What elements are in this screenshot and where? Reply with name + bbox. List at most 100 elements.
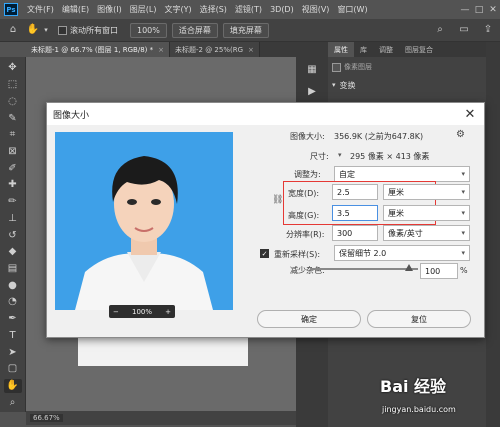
frame-tool-icon[interactable]: ⊠ (4, 145, 22, 160)
tool-preset-chevron-icon[interactable]: ▾ (42, 22, 50, 38)
tab-adjustments[interactable]: 调整 (373, 42, 399, 57)
menu-select[interactable]: 选择(S) (196, 4, 231, 15)
resolution-unit-value: 像素/英寸 (388, 228, 423, 238)
close-tab-icon[interactable]: × (158, 46, 164, 54)
image-preview[interactable] (55, 132, 233, 310)
checkbox-box[interactable] (58, 25, 67, 35)
height-input[interactable]: 3.5 (332, 205, 378, 221)
marquee-tool-icon[interactable]: ⬚ (4, 78, 22, 93)
move-tool-icon[interactable]: ✥ (4, 61, 22, 76)
link-icon[interactable]: ⛓ (272, 195, 283, 205)
image-size-value: 356.9K (之前为647.8K) (334, 132, 424, 141)
width-input[interactable]: 2.5 (332, 184, 378, 200)
chevron-down-icon[interactable]: ▾ (338, 151, 342, 159)
resolution-input[interactable]: 300 (332, 225, 378, 241)
tab-properties[interactable]: 属性 (328, 42, 354, 57)
panel-scrollbar[interactable] (486, 42, 500, 427)
blur-tool-icon[interactable]: ● (4, 278, 22, 293)
menu-window[interactable]: 窗口(W) (333, 4, 371, 15)
menu-image[interactable]: 图像(I) (93, 4, 126, 15)
chevron-down-icon: ▾ (461, 249, 465, 257)
brush-tool-icon[interactable]: ✏ (4, 195, 22, 210)
quick-select-tool-icon[interactable]: ✎ (4, 111, 22, 126)
workspace-icon[interactable]: ▭ (455, 22, 473, 38)
tab-document-1[interactable]: 未标题-1 @ 66.7% (图层 1, RGB/8) * × (26, 42, 170, 57)
tab-document-1-label: 未标题-1 @ 66.7% (图层 1, RGB/8) * (31, 45, 154, 54)
lasso-tool-icon[interactable]: ◌ (4, 94, 22, 109)
transform-section[interactable]: ▾ 变换 (328, 77, 486, 93)
watermark-url: jingyan.baidu.com (382, 405, 456, 414)
height-label: 高度(G): (288, 211, 320, 220)
menu-bar: Ps 文件(F) 编辑(E) 图像(I) 图层(L) 文字(Y) 选择(S) 滤… (0, 0, 500, 19)
zoom-tool-icon[interactable]: ⌕ (4, 395, 22, 410)
clone-stamp-tool-icon[interactable]: ⊥ (4, 211, 22, 226)
status-bar: 66.67% (26, 411, 296, 425)
tab-libraries[interactable]: 库 (354, 42, 373, 57)
eyedropper-tool-icon[interactable]: ✐ (4, 161, 22, 176)
history-brush-tool-icon[interactable]: ↺ (4, 228, 22, 243)
menu-3d[interactable]: 3D(D) (266, 5, 298, 14)
share-icon[interactable]: ⇪ (479, 22, 497, 38)
menu-type[interactable]: 文字(Y) (160, 4, 195, 15)
actions-panel-icon[interactable]: ▶ (303, 84, 321, 100)
hand-tool-icon[interactable]: ✋ (24, 22, 42, 38)
menu-filter[interactable]: 滤镜(T) (231, 4, 266, 15)
zoom-100-button[interactable]: 100% (130, 22, 167, 38)
ok-button[interactable]: 确定 (257, 310, 361, 328)
tab-layer-comps[interactable]: 图层复合 (399, 42, 439, 57)
hand-tool-icon[interactable]: ✋ (3, 378, 22, 394)
eraser-tool-icon[interactable]: ◆ (4, 245, 22, 260)
minimize-button[interactable]: — (458, 3, 472, 17)
menu-layer[interactable]: 图层(L) (126, 4, 161, 15)
menu-edit[interactable]: 编辑(E) (58, 4, 93, 15)
zoom-in-button[interactable]: + (165, 308, 171, 316)
fit-screen-button[interactable]: 适合屏幕 (171, 22, 218, 38)
gradient-tool-icon[interactable]: ▤ (4, 262, 22, 277)
image-size-label: 图像大小: (290, 132, 325, 141)
preview-zoom-value: 100% (131, 307, 152, 316)
crop-tool-icon[interactable]: ⌗ (4, 128, 22, 143)
home-icon[interactable]: ⌂ (4, 22, 22, 38)
close-icon[interactable]: ✕ (457, 103, 483, 125)
resample-checkbox[interactable]: ✓ (260, 249, 269, 258)
zoom-out-button[interactable]: − (113, 308, 119, 316)
path-select-tool-icon[interactable]: ➤ (4, 345, 22, 360)
reduce-noise-label: 减少杂色: (290, 266, 325, 275)
search-icon[interactable]: ⌕ (431, 22, 449, 38)
dodge-tool-icon[interactable]: ◔ (4, 295, 22, 310)
dialog-title: 图像大小 (47, 103, 484, 125)
pen-tool-icon[interactable]: ✒ (4, 312, 22, 327)
close-tab-icon[interactable]: × (248, 46, 254, 54)
fill-screen-button[interactable]: 填充屏幕 (222, 22, 269, 38)
reduce-noise-slider-thumb[interactable] (405, 264, 414, 271)
zoom-level-readout[interactable]: 66.67% (30, 414, 63, 422)
height-unit-select[interactable]: 厘米 ▾ (383, 205, 470, 221)
menu-file[interactable]: 文件(F) (23, 4, 58, 15)
rectangle-tool-icon[interactable]: ▢ (4, 362, 22, 377)
maximize-button[interactable]: □ (472, 3, 486, 17)
type-tool-icon[interactable]: T (4, 329, 22, 344)
resample-select[interactable]: 保留细节 2.0 ▾ (334, 245, 470, 261)
history-panel-icon[interactable]: ▦ (303, 62, 321, 78)
reset-button[interactable]: 复位 (367, 310, 471, 328)
close-window-button[interactable]: ✕ (486, 3, 500, 17)
chevron-down-icon: ▾ (461, 229, 465, 237)
image-size-dialog: 图像大小 ✕ − 100% + 图像大小: 356.9K (之前为647.8K)… (46, 102, 485, 338)
tab-document-2[interactable]: 未标题-2 @ 25%(RG × (170, 42, 260, 57)
reduce-noise-input[interactable]: 100 (420, 263, 458, 279)
chevron-down-icon: ▾ (461, 170, 465, 178)
reduce-noise-unit: % (460, 266, 468, 275)
menu-view[interactable]: 视图(V) (298, 4, 334, 15)
gear-icon[interactable]: ⚙ (456, 129, 465, 140)
fit-to-select[interactable]: 自定 ▾ (334, 166, 470, 182)
baidu-watermark: Bai 经验 jingyan.baidu.com (380, 371, 495, 421)
chevron-down-icon: ▾ (461, 209, 465, 217)
fit-to-label: 调整为: (294, 170, 321, 179)
resolution-unit-select[interactable]: 像素/英寸 ▾ (383, 225, 470, 241)
healing-brush-tool-icon[interactable]: ✚ (4, 178, 22, 193)
reduce-noise-slider-track[interactable] (310, 268, 418, 270)
scroll-all-windows-checkbox[interactable]: 滚动所有窗口 (58, 25, 118, 36)
transform-label: 变换 (339, 80, 356, 90)
resample-label: 重新采样(S): (274, 250, 321, 259)
width-unit-select[interactable]: 厘米 ▾ (383, 184, 470, 200)
